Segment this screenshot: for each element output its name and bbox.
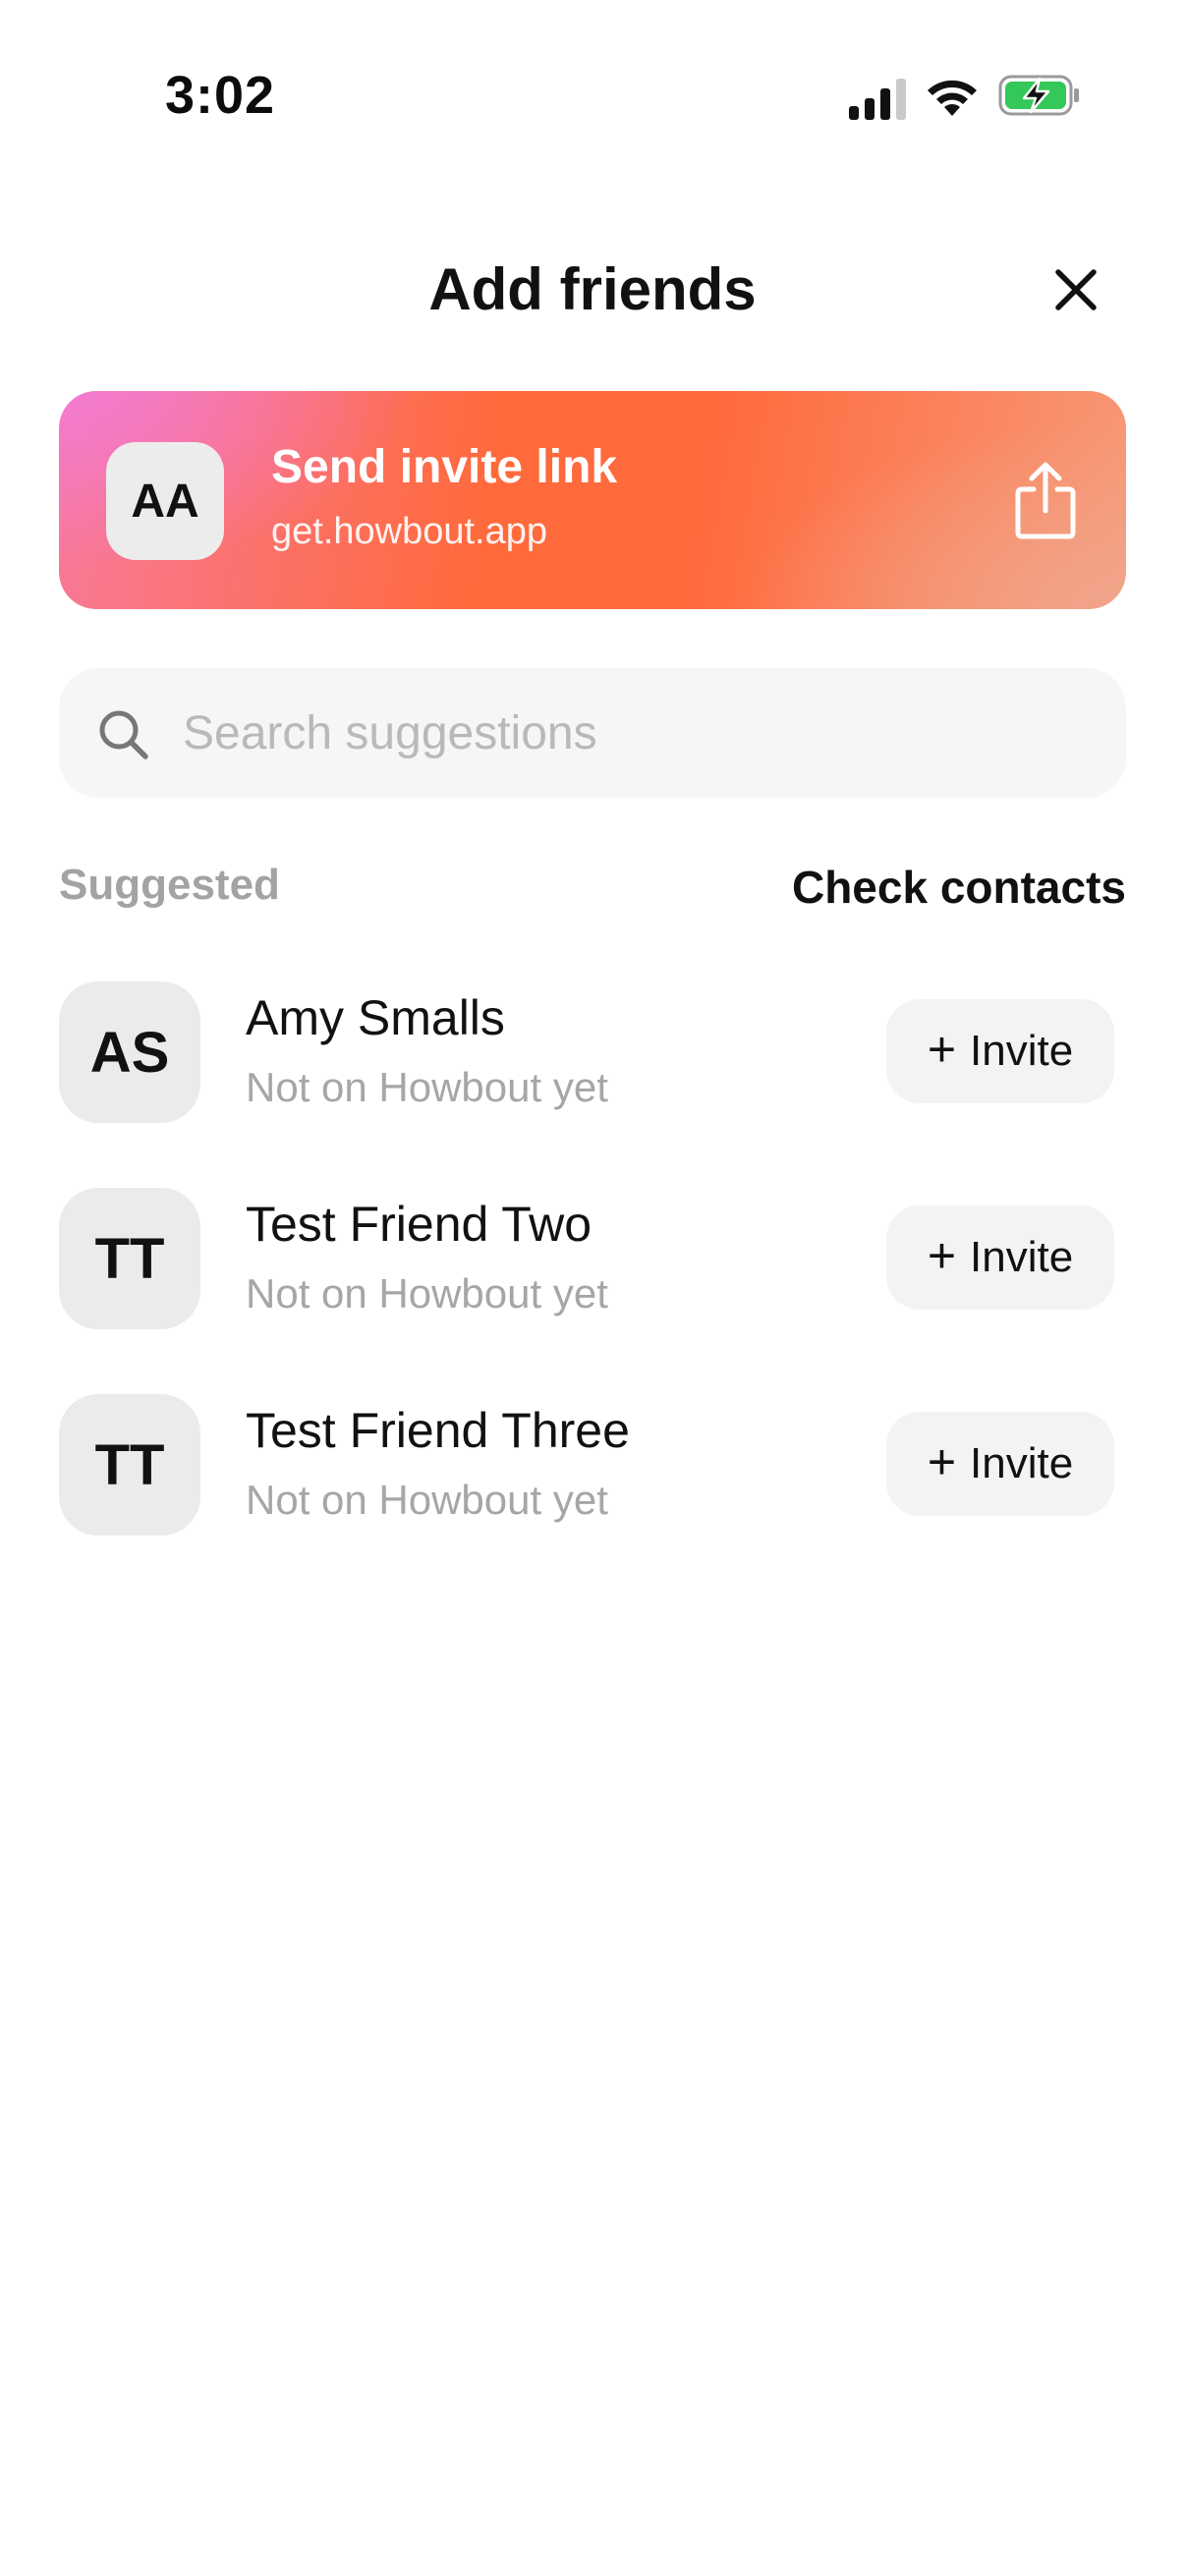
share-icon[interactable] — [1008, 460, 1083, 542]
friend-row: TT Test Friend Three Not on Howbout yet … — [59, 1390, 1126, 1596]
check-contacts-button[interactable]: Check contacts — [792, 861, 1126, 914]
add-friends-screen: 3:02 Add friends AA Send invite link get… — [0, 0, 1185, 2576]
friend-name: Amy Smalls — [246, 990, 505, 1045]
close-icon — [1055, 269, 1097, 310]
invite-avatar: AA — [106, 442, 224, 560]
friend-name: Test Friend Three — [246, 1403, 630, 1458]
friend-status: Not on Howbout yet — [246, 1477, 608, 1523]
invite-button[interactable]: + Invite — [886, 999, 1114, 1103]
invite-button-label: Invite — [970, 1027, 1074, 1075]
close-button[interactable] — [1044, 257, 1108, 322]
battery-charging-icon — [998, 75, 1079, 116]
invite-button-label: Invite — [970, 1439, 1074, 1487]
plus-icon: + — [927, 1434, 957, 1489]
page-title: Add friends — [428, 256, 757, 322]
friend-status: Not on Howbout yet — [246, 1064, 608, 1110]
friend-row: TT Test Friend Two Not on Howbout yet + … — [59, 1184, 1126, 1390]
invite-url: get.howbout.app — [271, 511, 548, 552]
invite-button[interactable]: + Invite — [886, 1412, 1114, 1516]
friend-avatar: TT — [59, 1394, 200, 1536]
invite-button[interactable]: + Invite — [886, 1205, 1114, 1310]
section-header: Suggested Check contacts — [59, 857, 1126, 920]
search-bar[interactable] — [59, 668, 1126, 798]
status-time: 3:02 — [165, 66, 276, 125]
friend-row: AS Amy Smalls Not on Howbout yet + Invit… — [59, 978, 1126, 1184]
friend-status: Not on Howbout yet — [246, 1270, 608, 1316]
invite-title: Send invite link — [271, 441, 618, 493]
signal-icon — [849, 79, 906, 120]
plus-icon: + — [927, 1228, 957, 1283]
status-bar: 3:02 — [0, 0, 1185, 192]
friend-avatar: TT — [59, 1188, 200, 1329]
send-invite-link-banner[interactable]: AA Send invite link get.howbout.app — [59, 391, 1126, 609]
friend-name: Test Friend Two — [246, 1197, 592, 1252]
section-title-suggested: Suggested — [59, 861, 280, 909]
invite-button-label: Invite — [970, 1233, 1074, 1281]
friend-avatar: AS — [59, 981, 200, 1123]
search-icon — [99, 710, 148, 759]
search-input[interactable] — [181, 694, 1085, 772]
wifi-icon — [928, 80, 977, 116]
plus-icon: + — [927, 1022, 957, 1077]
suggested-friends-list: AS Amy Smalls Not on Howbout yet + Invit… — [59, 978, 1126, 1596]
header: Add friends — [0, 236, 1185, 344]
